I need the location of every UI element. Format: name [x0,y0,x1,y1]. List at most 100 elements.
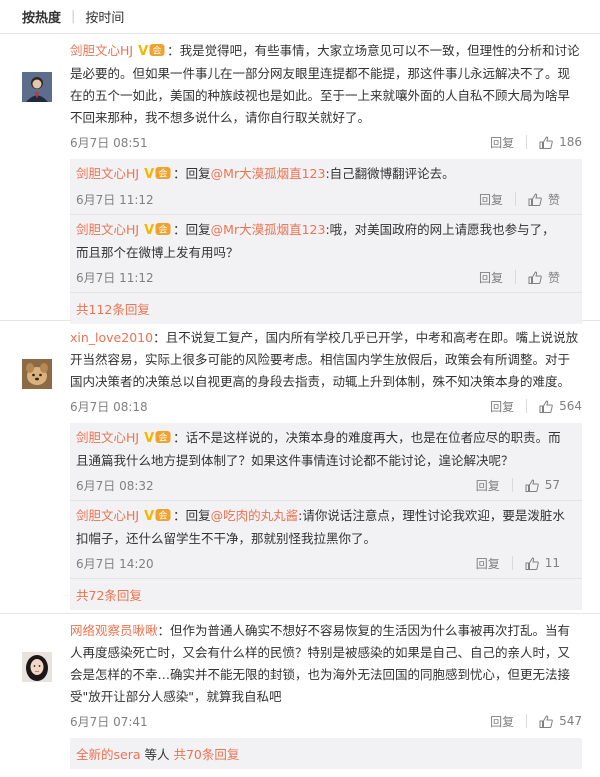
reply-time: 6月7日 11:12 [76,270,154,285]
more-replies-connector: 等人 [140,747,174,762]
like-button[interactable]: 547 [539,714,582,728]
like-count: 57 [544,478,560,492]
avatar-person-icon [22,72,52,102]
more-replies-link[interactable]: 共72条回复 [70,579,582,610]
comment-time: 6月7日 07:41 [70,714,148,729]
avatar[interactable] [22,72,52,102]
thumbs-up-icon [539,714,553,728]
reply-item: 剑胆文心HJ V 会：回复@吃肉的丸丸酱:请你说话注意点，理性讨论我欢迎，要是泼脏… [70,501,582,579]
reply-button[interactable]: 回复 [476,477,500,494]
reply-meta: 6月7日 11:12 回复 赞 [76,186,566,212]
svg-text:会: 会 [153,45,162,57]
comment-text: 网络观察员啾啾：但作为普通人确实不想好不容易恢复的生活因为什么事被再次打乱。当有… [70,620,582,708]
comment-time: 6月7日 08:18 [70,399,148,414]
like-button[interactable]: 11 [525,556,560,570]
like-label: 赞 [547,270,560,285]
reply-mention-link[interactable]: @Mr大漠孤烟直123 [211,222,326,237]
sort-divider: | [71,9,76,24]
like-button[interactable]: 186 [539,135,582,149]
reply-prefix: ：回复 [173,222,211,237]
reply-time: 6月7日 08:32 [76,478,154,493]
reply-list: 剑胆文心HJ V 会：回复@Mr大漠孤烟直123:自己翻微博翻评论去。 6月7日 … [70,159,582,324]
reply-list: 全新的sera 等人 共70条回复 [70,738,582,769]
reply-list: 剑胆文心HJ V 会：话不是这样说的，决策本身的难度再大，也是在位者应尽的职责。而… [70,423,582,610]
like-button[interactable]: 赞 [528,191,560,208]
reply-mention-link[interactable]: @Mr大漠孤烟直123 [211,166,326,181]
thumbs-up-icon [528,270,542,284]
reply-time: 6月7日 14:20 [76,556,154,571]
more-replies-link[interactable]: 全新的sera 等人 共70条回复 [70,738,582,769]
comment-username[interactable]: 网络观察员啾啾 [70,623,158,638]
reply-item: 剑胆文心HJ V 会：回复@Mr大漠孤烟直123:哦，对美国政府的网上请愿我也参与… [70,215,582,293]
svg-text:会: 会 [159,432,168,444]
like-button[interactable]: 564 [539,399,582,413]
comment-username[interactable]: xin_love2010 [70,330,153,345]
reply-username[interactable]: 剑胆文心HJ [76,166,139,181]
reply-content: :自己翻微博翻评论去。 [325,166,455,181]
thumbs-up-icon [528,192,542,206]
svg-text:会: 会 [159,168,168,180]
reply-text: 剑胆文心HJ V 会：回复@吃肉的丸丸酱:请你说话注意点，理性讨论我欢迎，要是泼脏… [76,505,566,550]
meta-divider [511,478,513,492]
avatar[interactable] [22,652,52,682]
reply-prefix: ：回复 [173,166,211,181]
like-count: 11 [544,556,560,570]
sort-by-hot-tab[interactable]: 按热度 [22,7,61,26]
reply-meta: 6月7日 11:12 回复 赞 [76,264,566,290]
reply-participant-link[interactable]: 全新的sera [76,747,141,762]
sort-bar: 按热度 | 按时间 [0,0,600,34]
reply-item: 剑胆文心HJ V 会 ：回复@Mr大漠孤烟直123:自己翻微博翻评论去。 6月7日 … [70,159,582,215]
like-button[interactable]: 赞 [528,269,560,286]
comment-item: 剑胆文心HJ V 会：我是觉得吧，有些事情，大家立场意见可以不一致，但理性的分析和… [0,34,600,324]
like-count: 547 [559,714,582,728]
comment-meta: 6月7日 08:18 回复 564 [70,393,582,419]
verified-v-icon: V [138,44,149,59]
sort-by-time-tab[interactable]: 按时间 [85,7,124,26]
member-badge-icon: 会 [155,509,171,522]
avatar[interactable] [22,359,52,389]
reply-mention-link[interactable]: @吃肉的丸丸酱 [211,508,299,523]
reply-meta: 6月7日 08:32 回复 57 [76,472,566,498]
member-badge-icon: 会 [155,223,171,236]
meta-divider [526,714,528,728]
reply-username[interactable]: 剑胆文心HJ [76,222,139,237]
reply-button[interactable]: 回复 [479,269,503,286]
like-button[interactable]: 57 [525,478,560,492]
meta-divider [514,192,516,206]
comment-item: xin_love2010：且不说复工复产，国内所有学校几乎已开学，中考和高考在即… [0,321,600,614]
more-replies-count[interactable]: 共70条回复 [173,747,239,762]
verified-v-icon: V [144,167,155,182]
like-label: 赞 [547,192,560,207]
comment-meta: 6月7日 07:41 回复 547 [70,708,582,734]
reply-prefix: ：回复 [173,508,211,523]
avatar-pet-icon [22,359,52,389]
reply-meta: 6月7日 14:20 回复 11 [76,550,566,576]
reply-username[interactable]: 剑胆文心HJ [76,430,139,445]
thumbs-up-icon [525,478,539,492]
reply-time: 6月7日 11:12 [76,192,154,207]
reply-button[interactable]: 回复 [490,398,514,415]
reply-username[interactable]: 剑胆文心HJ [76,508,139,523]
reply-text: 剑胆文心HJ V 会：话不是这样说的，决策本身的难度再大，也是在位者应尽的职责。而… [76,427,566,472]
comment-username[interactable]: 剑胆文心HJ [70,43,133,58]
verified-v-icon: V [144,509,155,524]
meta-divider [514,270,516,284]
more-replies-link[interactable]: 共112条回复 [70,293,582,324]
meta-divider [511,556,513,570]
thumbs-up-icon [539,399,553,413]
reply-button[interactable]: 回复 [479,191,503,208]
meta-divider [526,399,528,413]
thumbs-up-icon [539,135,553,149]
reply-button[interactable]: 回复 [490,134,514,151]
reply-button[interactable]: 回复 [490,713,514,730]
meta-divider [526,135,528,149]
reply-button[interactable]: 回复 [476,555,500,572]
comment-text: 剑胆文心HJ V 会：我是觉得吧，有些事情，大家立场意见可以不一致，但理性的分析和… [70,40,582,129]
like-count: 186 [559,135,582,149]
comment-item: 网络观察员啾啾：但作为普通人确实不想好不容易恢复的生活因为什么事被再次打乱。当有… [0,614,600,777]
avatar-girl-icon [22,652,52,682]
thumbs-up-icon [525,556,539,570]
member-badge-icon: 会 [155,431,171,444]
comment-meta: 6月7日 08:51 回复 186 [70,129,582,155]
member-badge-icon: 会 [155,167,171,180]
